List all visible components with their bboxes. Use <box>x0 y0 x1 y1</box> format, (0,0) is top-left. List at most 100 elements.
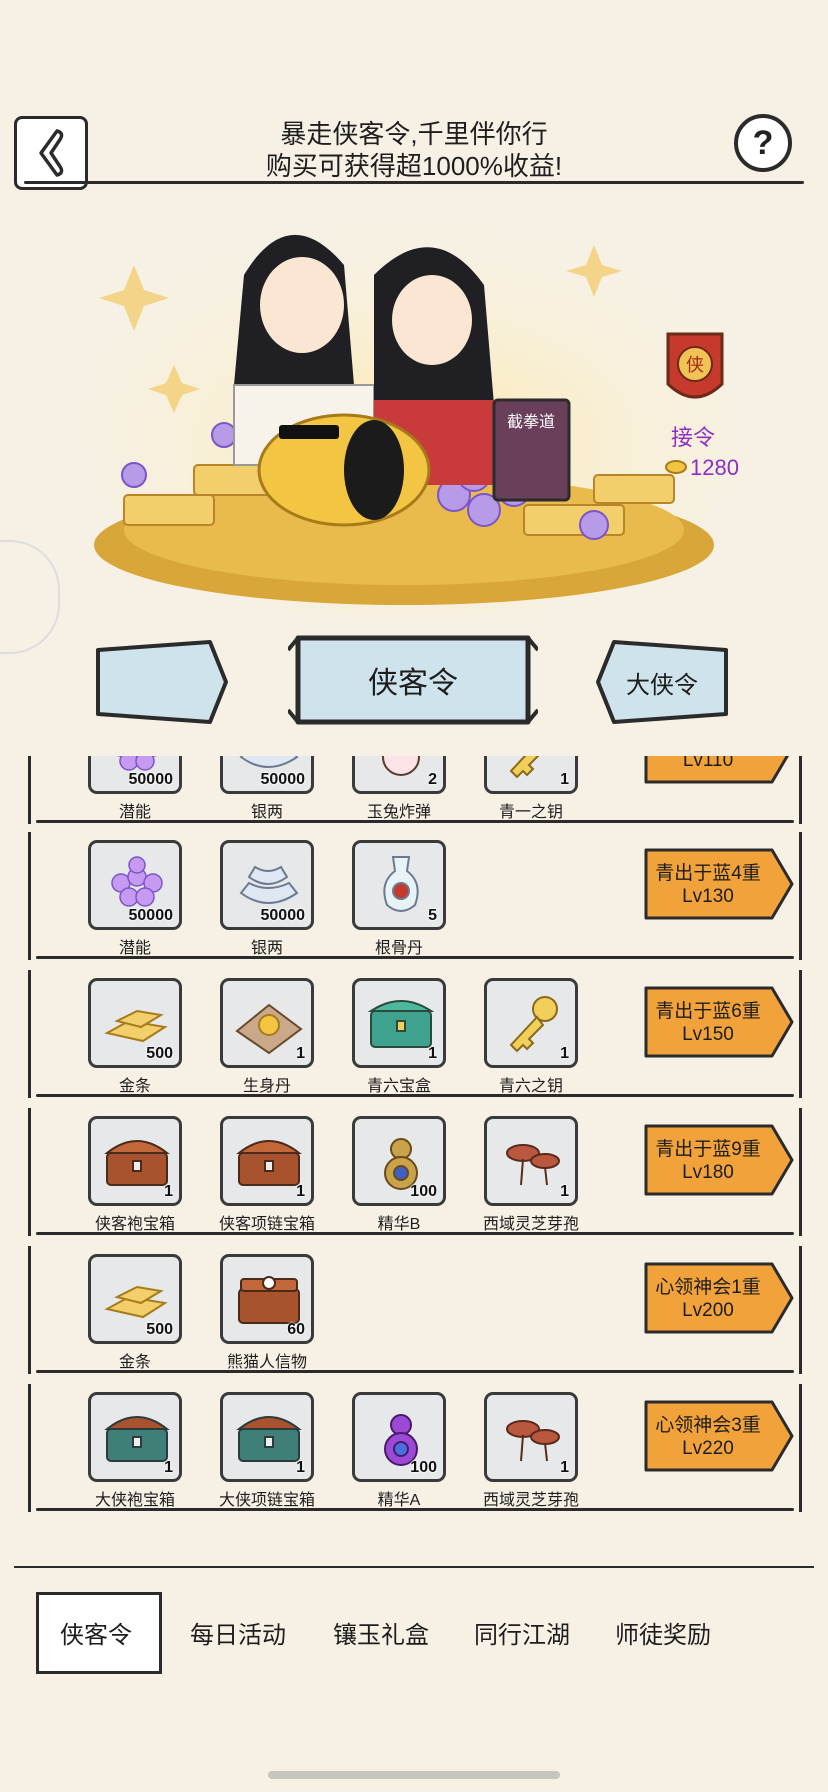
reward-item[interactable]: 1 西域灵芝芽孢 <box>483 1116 579 1234</box>
item-frame: 1 <box>484 756 578 794</box>
row-left-border <box>28 756 31 824</box>
item-count: 1 <box>296 1045 305 1062</box>
reward-item[interactable]: 1 侠客袍宝箱 <box>88 1116 182 1234</box>
level-reward-tag[interactable]: 青出于蓝2重Lv110 <box>644 756 796 786</box>
reward-row: 50000 潜能 50000 银两 2 玉兔炸弹 1 青一之钥 青出于蓝2重Lv110 <box>28 756 802 824</box>
reward-item[interactable]: 1 生身丹 <box>220 978 314 1096</box>
item-frame: 1 <box>484 1392 578 1482</box>
reward-item[interactable]: 50000 银两 <box>220 840 314 958</box>
reward-level-label: Lv180 <box>682 1162 734 1183</box>
item-count: 500 <box>146 1321 173 1338</box>
reward-item[interactable]: 100 精华B <box>352 1116 446 1234</box>
level-reward-tag[interactable]: 青出于蓝6重 Lv150 <box>644 984 796 1060</box>
item-name: 精华B <box>377 1216 421 1233</box>
item-name: 根骨丹 <box>374 940 423 957</box>
reward-item[interactable]: 1 大侠项链宝箱 <box>219 1392 315 1510</box>
reward-item[interactable]: 50000 潜能 <box>88 756 182 822</box>
item-name: 银两 <box>250 804 283 821</box>
item-frame: 1 <box>352 978 446 1068</box>
item-name: 西域灵芝芽孢 <box>482 1216 579 1233</box>
item-count: 5 <box>428 907 437 924</box>
help-button[interactable]: ? <box>734 114 792 172</box>
reward-row: 500 金条 1 生身丹 1 青六宝盒 1 青六之钥 青出于蓝6重 Lv150 <box>28 970 802 1098</box>
item-frame: 1 <box>220 1392 314 1482</box>
item-count: 1 <box>560 1459 569 1476</box>
emblem-label: 接令 <box>671 425 716 450</box>
item-count: 1 <box>164 1183 173 1200</box>
level-reward-tag[interactable]: 青出于蓝4重 Lv130 <box>644 846 796 922</box>
side-drawer-tab[interactable] <box>0 540 60 654</box>
reward-item[interactable]: 100 精华A <box>352 1392 446 1510</box>
reward-item[interactable]: 50000 银两 <box>220 756 314 822</box>
nav-xiakeling[interactable]: 侠客令 <box>60 1615 132 1650</box>
item-count: 50000 <box>128 771 174 788</box>
item-count: 1 <box>560 771 569 788</box>
reward-tier-label: 青出于蓝6重 <box>655 1001 761 1022</box>
help-icon: ? <box>752 123 774 162</box>
header-subtitle: 购买可获得超1000%收益! <box>265 151 563 181</box>
reward-item[interactable]: 1 青一之钥 <box>484 756 578 822</box>
reward-item[interactable]: 50000 潜能 <box>88 840 182 958</box>
item-count: 50000 <box>260 771 306 788</box>
reward-item[interactable]: 1 侠客项链宝箱 <box>219 1116 315 1234</box>
gold-coin-icon <box>665 460 687 474</box>
item-name: 熊猫人信物 <box>226 1354 307 1371</box>
reward-item[interactable]: 1 青六宝盒 <box>352 978 446 1096</box>
item-frame: 50000 <box>220 840 314 930</box>
reward-row: 50000 潜能 50000 银两 5 根骨丹 青出于蓝4重 Lv130 <box>28 832 802 960</box>
item-frame: 2 <box>352 756 446 794</box>
item-name: 大侠袍宝箱 <box>94 1492 175 1509</box>
item-name: 大侠项链宝箱 <box>218 1492 315 1509</box>
reward-item[interactable]: 500 金条 <box>88 978 182 1096</box>
emblem-count: 1280 <box>690 455 739 480</box>
item-frame: 100 <box>352 1392 446 1482</box>
reward-level-label: Lv150 <box>682 1024 734 1045</box>
reward-item[interactable]: 5 根骨丹 <box>352 840 446 958</box>
item-frame: 50000 <box>220 756 314 794</box>
reward-item[interactable]: 1 大侠袍宝箱 <box>88 1392 182 1510</box>
item-frame: 500 <box>88 1254 182 1344</box>
header-divider <box>24 181 804 184</box>
reward-level-label: Lv130 <box>682 886 734 907</box>
reward-list[interactable]: 50000潜能50000银两2玉兔炸弹1青一之钥青出于蓝2重Lv11050000… <box>28 756 802 1550</box>
item-count: 1 <box>296 1183 305 1200</box>
row-left-border <box>28 1108 31 1236</box>
row-right-border <box>799 1246 802 1374</box>
reward-item[interactable]: 1 西域灵芝芽孢 <box>483 1392 579 1510</box>
banner-illustration: 截拳道 <box>74 205 754 615</box>
level-reward-tag[interactable]: 心领神会1重 Lv200 <box>644 1260 796 1336</box>
tab-daxialing[interactable]: 大侠令 <box>592 636 732 728</box>
item-name: 青六之钥 <box>498 1078 563 1095</box>
item-name: 生身丹 <box>242 1078 291 1095</box>
tab-prev-scroll[interactable] <box>92 636 232 728</box>
item-count: 1 <box>560 1183 569 1200</box>
nav-jade-gift-box[interactable]: 镶玉礼盒 <box>333 1615 429 1650</box>
item-frame: 1 <box>220 1116 314 1206</box>
nav-jianghu-together[interactable]: 同行江湖 <box>474 1615 570 1650</box>
item-count: 100 <box>410 1183 437 1200</box>
reward-item[interactable]: 60 熊猫人信物 <box>220 1254 314 1372</box>
row-right-border <box>799 756 802 824</box>
item-name: 金条 <box>118 1354 151 1371</box>
tab-xiakeling[interactable]: 侠客令 <box>288 628 538 732</box>
level-reward-tag[interactable]: 青出于蓝9重 Lv180 <box>644 1122 796 1198</box>
item-count: 1 <box>428 1045 437 1062</box>
item-count: 1 <box>296 1459 305 1476</box>
row-left-border <box>28 1384 31 1512</box>
item-name: 侠客袍宝箱 <box>94 1216 175 1233</box>
item-name: 西域灵芝芽孢 <box>482 1492 579 1509</box>
home-indicator <box>268 1771 560 1779</box>
reward-item[interactable]: 500 金条 <box>88 1254 182 1372</box>
item-count: 500 <box>146 1045 173 1062</box>
level-reward-tag[interactable]: 心领神会3重 Lv220 <box>644 1398 796 1474</box>
reward-row: 500 金条 60 熊猫人信物 心领神会1重 Lv200 <box>28 1246 802 1374</box>
nav-daily-activity[interactable]: 每日活动 <box>190 1615 286 1650</box>
xia-emblem-icon[interactable]: 侠 <box>660 326 730 410</box>
reward-row: 1 侠客袍宝箱 1 侠客项链宝箱 100 精华B 1 西域灵芝芽孢 青出于蓝9重 Lv180 <box>28 1108 802 1236</box>
bottom-nav-divider <box>14 1566 814 1568</box>
reward-item[interactable]: 1 青六之钥 <box>484 978 578 1096</box>
item-frame: 1 <box>484 1116 578 1206</box>
nav-mentor-reward[interactable]: 师徒奖励 <box>615 1615 711 1650</box>
reward-item[interactable]: 2 玉兔炸弹 <box>352 756 446 822</box>
item-frame: 100 <box>352 1116 446 1206</box>
